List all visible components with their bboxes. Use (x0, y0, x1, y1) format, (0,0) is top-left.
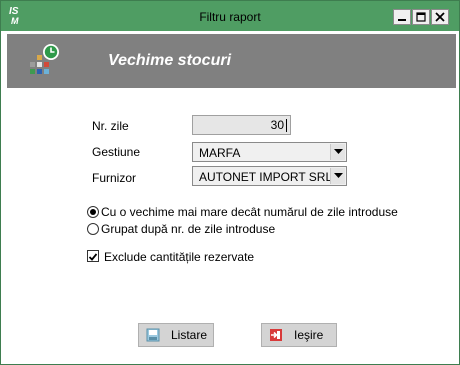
chevron-down-icon (333, 149, 343, 154)
exit-icon (268, 327, 284, 343)
maximize-button[interactable] (412, 9, 430, 25)
furnizor-dropdown-button[interactable] (330, 168, 345, 184)
list-button-label: Listare (171, 328, 208, 342)
days-input[interactable] (193, 116, 290, 134)
gestiune-value: MARFA (199, 146, 241, 160)
furnizor-label: Furnizor (92, 171, 137, 185)
radio-older-label[interactable]: Cu o vechime mai mare decât numărul de z… (101, 205, 398, 219)
stock-clock-icon (30, 44, 59, 74)
gestiune-combo[interactable]: MARFA (192, 142, 347, 162)
report-title: Vechime stocuri (108, 52, 232, 69)
radio-grouped[interactable] (87, 223, 99, 235)
days-field[interactable] (192, 115, 291, 135)
list-icon (145, 327, 161, 343)
filter-window: IS M Filtru raport Vechime stocuri Nr. z… (0, 0, 460, 365)
exclude-reserved-label[interactable]: Exclude cantitățile rezervate (104, 250, 254, 264)
close-icon (435, 12, 445, 22)
exit-button-label: Ieşire (294, 328, 324, 342)
title-bar[interactable]: IS M Filtru raport (1, 1, 459, 31)
window-title: Filtru raport (199, 10, 261, 24)
chevron-down-icon (333, 173, 343, 178)
minimize-icon (398, 19, 406, 21)
maximize-icon (416, 12, 426, 22)
radio-grouped-label[interactable]: Grupat după nr. de zile introduse (101, 222, 275, 236)
exit-button[interactable]: Ieşire (261, 323, 337, 347)
furnizor-combo[interactable]: AUTONET IMPORT SRL (192, 166, 347, 186)
furnizor-value: AUTONET IMPORT SRL (199, 170, 333, 184)
text-caret (286, 119, 287, 132)
gestiune-dropdown-button[interactable] (330, 144, 345, 160)
report-header: Vechime stocuri (7, 34, 456, 88)
checkmark-icon (88, 253, 98, 261)
gestiune-label: Gestiune (92, 145, 141, 159)
close-button[interactable] (431, 9, 449, 25)
list-button[interactable]: Listare (138, 323, 214, 347)
minimize-button[interactable] (393, 9, 411, 25)
exclude-reserved-checkbox[interactable] (87, 250, 99, 262)
days-label: Nr. zile (92, 119, 129, 133)
radio-older[interactable] (87, 206, 99, 218)
